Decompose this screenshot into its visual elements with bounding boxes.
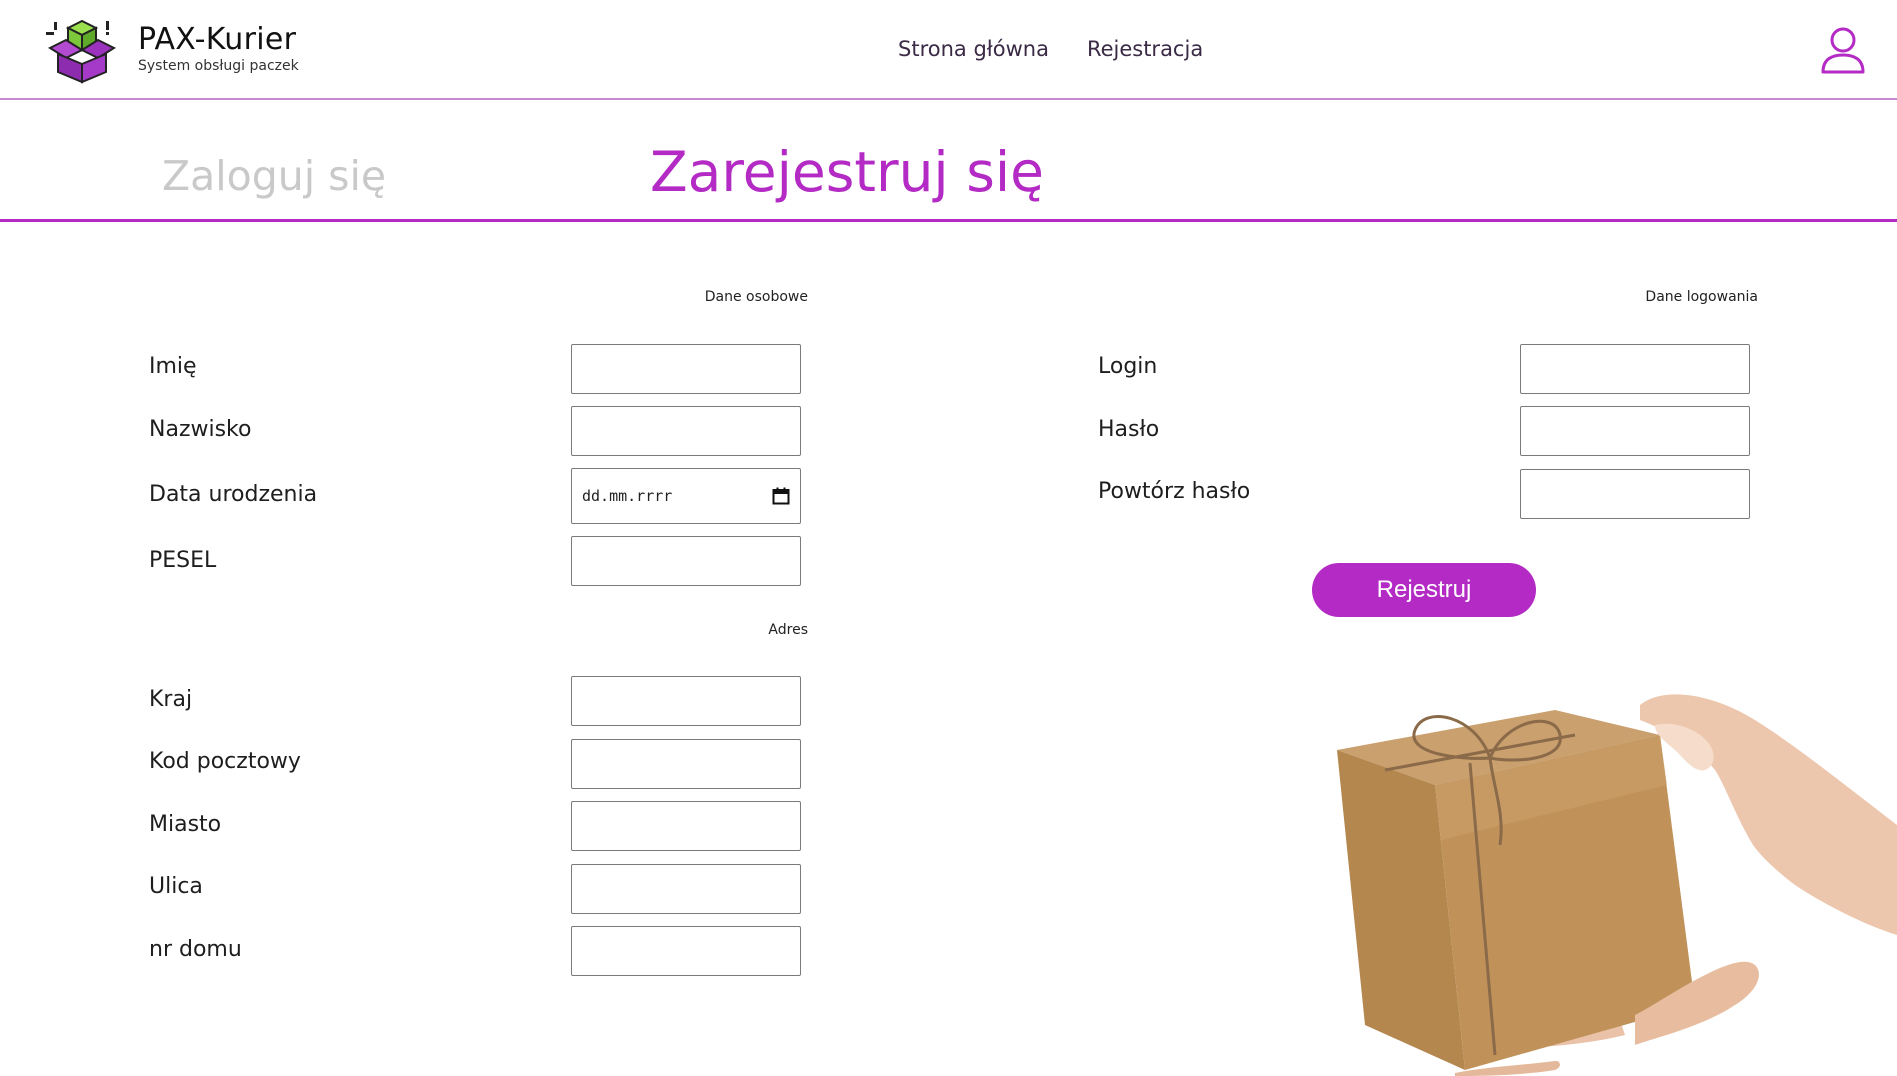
pesel-label: PESEL — [149, 548, 217, 573]
birth-date-label: Data urodzenia — [149, 482, 318, 507]
tab-login[interactable]: Zaloguj się — [162, 152, 386, 200]
birth-date-placeholder: dd.mm.rrrr — [582, 487, 673, 505]
brand-subtitle: System obsługi paczek — [138, 58, 299, 74]
calendar-icon[interactable] — [772, 487, 790, 505]
password-label: Hasło — [1098, 417, 1160, 442]
house-number-input[interactable] — [571, 926, 801, 976]
nav-home-link[interactable]: Strona główna — [898, 37, 1049, 61]
address-heading: Adres — [768, 622, 808, 638]
top-navbar: PAX-Kurier System obsługi paczek Strona … — [0, 0, 1897, 100]
country-input[interactable] — [571, 676, 801, 726]
country-label: Kraj — [149, 687, 193, 712]
nav-register-link[interactable]: Rejestracja — [1087, 37, 1203, 61]
city-input[interactable] — [571, 801, 801, 851]
house-number-label: nr domu — [149, 937, 242, 962]
password-input[interactable] — [1520, 406, 1750, 456]
login-label: Login — [1098, 354, 1158, 379]
personal-data-heading: Dane osobowe — [704, 289, 808, 305]
postal-code-input[interactable] — [571, 739, 801, 789]
main-nav: Strona główna Rejestracja — [898, 37, 1203, 61]
last-name-label: Nazwisko — [149, 417, 252, 442]
package-box-icon[interactable] — [46, 18, 118, 84]
first-name-input[interactable] — [571, 344, 801, 394]
pesel-input[interactable] — [571, 536, 801, 586]
brand-title: PAX-Kurier — [138, 22, 297, 57]
street-label: Ulica — [149, 874, 203, 899]
birth-date-input[interactable]: dd.mm.rrrr — [571, 468, 801, 524]
postal-code-label: Kod pocztowy — [149, 749, 301, 774]
register-submit-button[interactable]: Rejestruj — [1312, 563, 1536, 617]
repeat-password-label: Powtórz hasło — [1098, 479, 1251, 504]
repeat-password-input[interactable] — [1520, 469, 1750, 519]
auth-tabs: Zaloguj się Zarejestruj się — [0, 100, 1897, 222]
login-data-heading: Dane logowania — [1645, 289, 1758, 305]
first-name-label: Imię — [149, 354, 197, 379]
user-account-icon[interactable] — [1820, 26, 1866, 74]
package-in-hands-image — [1255, 675, 1897, 1076]
city-label: Miasto — [149, 812, 222, 837]
last-name-input[interactable] — [571, 406, 801, 456]
street-input[interactable] — [571, 864, 801, 914]
tab-register[interactable]: Zarejestruj się — [650, 140, 1044, 204]
login-input[interactable] — [1520, 344, 1750, 394]
